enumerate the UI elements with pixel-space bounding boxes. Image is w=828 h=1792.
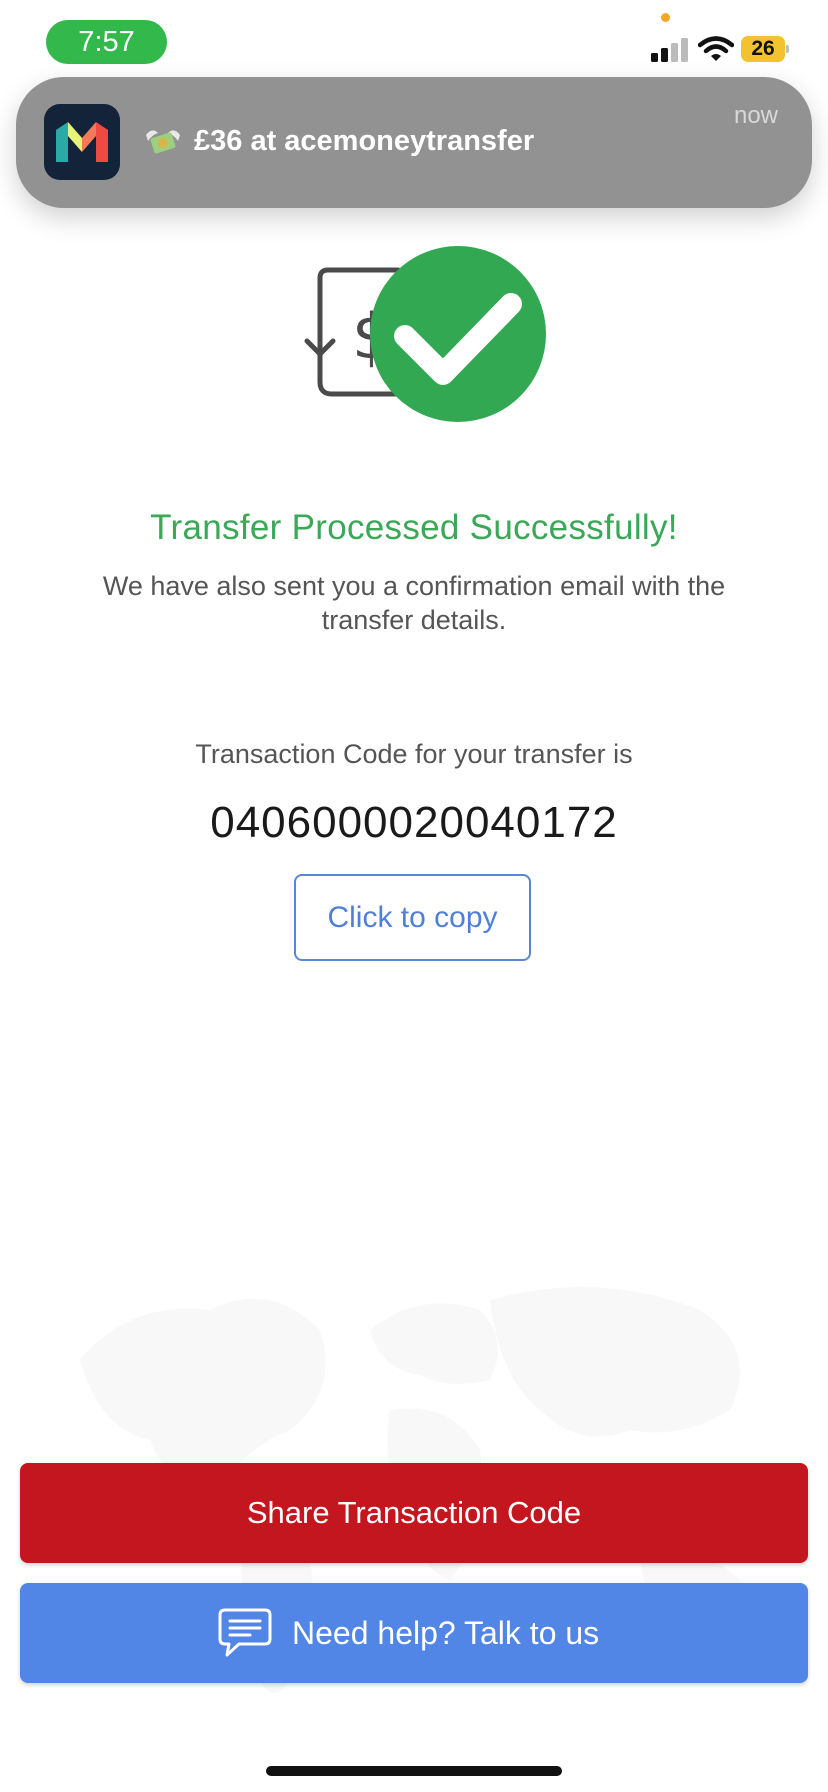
- success-title: Transfer Processed Successfully!: [150, 508, 678, 547]
- privacy-indicator-dot: [661, 13, 670, 22]
- monzo-app-icon: [44, 104, 120, 180]
- battery-level: 26: [741, 36, 785, 62]
- transfer-success-icon: $: [304, 246, 546, 422]
- success-message: We have also sent you a confirmation ema…: [102, 571, 726, 635]
- status-time[interactable]: 7:57: [46, 20, 167, 64]
- wifi-icon: [698, 36, 734, 61]
- chat-icon: [218, 1608, 272, 1657]
- help-button[interactable]: Need help? Talk to us: [20, 1583, 808, 1683]
- copy-code-button[interactable]: Click to copy: [294, 874, 531, 961]
- home-indicator[interactable]: [266, 1766, 562, 1776]
- notification-time: now: [733, 102, 778, 129]
- battery-cap: [786, 45, 789, 53]
- money-with-wings-icon: [146, 130, 180, 154]
- battery-indicator: 26: [741, 36, 789, 62]
- transaction-code-label: Transaction Code for your transfer is: [195, 739, 633, 769]
- transaction-code: 0406000020040172: [210, 798, 618, 847]
- status-bar: 7:57 26: [0, 0, 828, 80]
- cellular-signal-icon: [651, 38, 688, 62]
- help-button-label: Need help? Talk to us: [292, 1615, 600, 1651]
- notification-text: £36 at acemoneytransfer: [194, 125, 535, 157]
- notification-banner[interactable]: £36 at acemoneytransfer now: [16, 77, 812, 208]
- share-transaction-code-button[interactable]: Share Transaction Code: [20, 1463, 808, 1563]
